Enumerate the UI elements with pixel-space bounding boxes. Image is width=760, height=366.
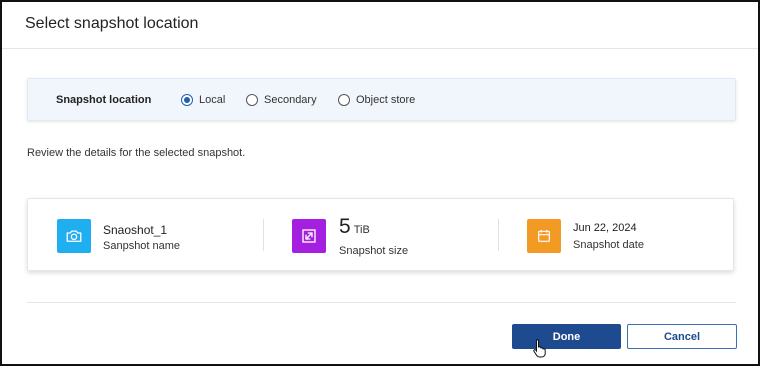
radio-local-label: Local	[199, 94, 226, 106]
radio-local[interactable]: Local	[181, 93, 225, 107]
radio-local-indicator[interactable]	[181, 94, 193, 106]
snapshot-details-card: Snaoshot_1 Sanpshot name 5 TiB Snapshot s…	[27, 198, 734, 271]
snapshot-name-caption: Sanpshot name	[103, 240, 181, 252]
snapshot-location-selector: Snapshot location Local Secondary Object…	[27, 78, 736, 121]
review-instructions: Review the details for the selected snap…	[27, 147, 246, 159]
snapshot-date-caption: Snapshot date	[573, 239, 644, 251]
dialog-header: Select snapshot location	[2, 2, 758, 49]
snapshot-location-label: Snapshot location	[56, 94, 152, 106]
done-button[interactable]: Done	[512, 324, 621, 349]
snapshot-size-value: 5 TiB	[339, 215, 370, 239]
snapshot-name-item: Snaoshot_1 Sanpshot name	[28, 199, 258, 272]
snapshot-size-item: 5 TiB Snapshot size	[264, 199, 498, 272]
hand-pointer-cursor-icon	[533, 339, 546, 358]
radio-object-store-indicator[interactable]	[338, 94, 350, 106]
resize-icon	[292, 219, 326, 253]
footer-divider	[27, 302, 736, 303]
snapshot-date-value: Jun 22, 2024	[573, 222, 637, 234]
snapshot-date-item: Jun 22, 2024 Snapshot date	[499, 199, 733, 272]
calendar-icon	[527, 219, 561, 253]
radio-secondary-label: Secondary	[264, 94, 317, 106]
radio-object-store-label: Object store	[356, 94, 416, 106]
snapshot-name-value: Snaoshot_1	[103, 223, 168, 237]
dialog-title: Select snapshot location	[25, 15, 199, 32]
radio-object-store[interactable]: Object store	[338, 93, 415, 107]
snapshot-location-dialog: Select snapshot location Snapshot locati…	[0, 0, 760, 366]
cancel-button[interactable]: Cancel	[627, 324, 737, 349]
snapshot-size-caption: Snapshot size	[339, 245, 409, 257]
snapshot-size-number: 5	[339, 215, 351, 238]
camera-icon	[57, 219, 91, 253]
radio-secondary-indicator[interactable]	[246, 94, 258, 106]
snapshot-size-unit: TiB	[353, 224, 370, 236]
radio-secondary[interactable]: Secondary	[246, 93, 317, 107]
